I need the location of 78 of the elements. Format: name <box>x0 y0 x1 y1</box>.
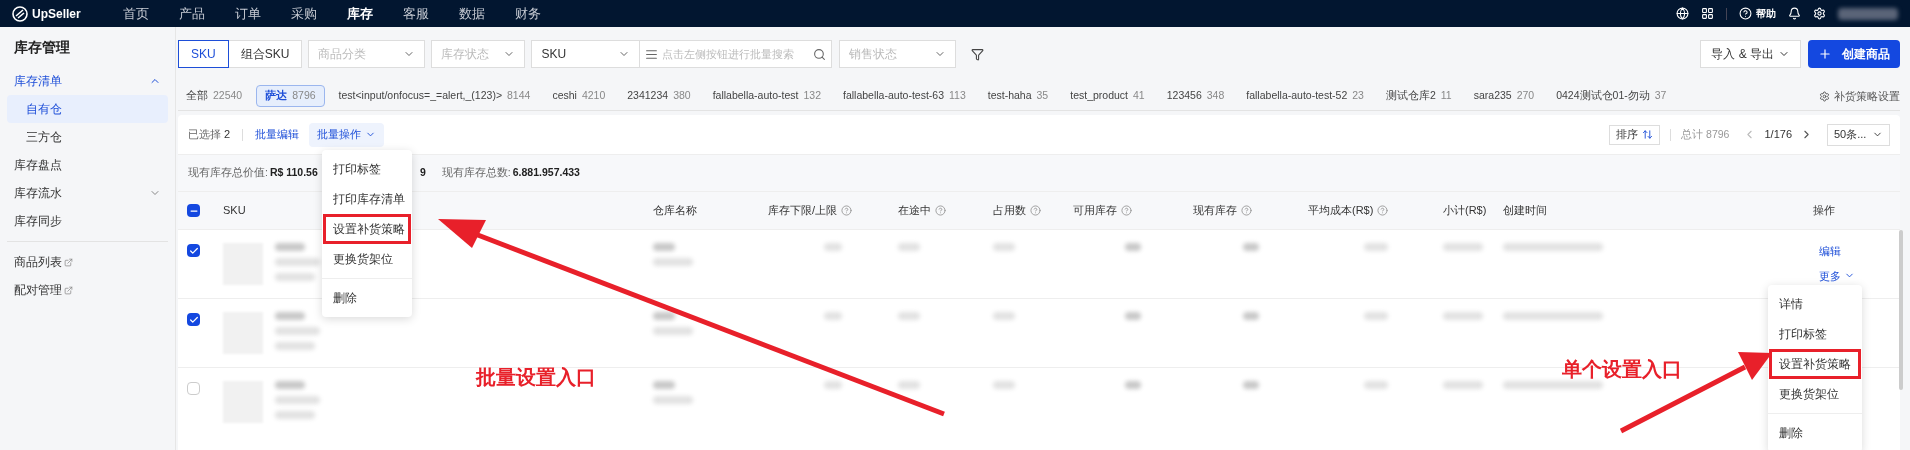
import-export-button[interactable]: 导入 & 导出 <box>1700 40 1801 68</box>
column-header: 在途中 <box>898 203 931 219</box>
column-header: 仓库名称 <box>653 203 697 219</box>
sidebar-subitem[interactable]: 自有仓 <box>7 95 168 123</box>
strategy-settings-link[interactable]: 补货策略设置 <box>1834 87 1900 105</box>
row-action-link[interactable]: 更多 <box>1819 267 1878 284</box>
stock-value-label: 现有库存总价值: <box>188 165 268 181</box>
annotation-label: 单个设置入口 <box>1562 357 1682 382</box>
help-link[interactable]: 帮助 <box>1756 6 1776 21</box>
menu-item[interactable]: 打印标签 <box>323 154 411 184</box>
warehouse-tab[interactable]: 测试仓库2 11 <box>1377 85 1460 107</box>
batch-actions-button[interactable]: 批量操作 <box>309 122 385 147</box>
menu-item[interactable]: 删除 <box>323 283 411 313</box>
sidebar-link[interactable]: 配对管理 <box>14 281 62 299</box>
stock-count-label: 现有库存总数: <box>441 165 511 181</box>
sidebar-subitem[interactable]: 三方仓 <box>7 123 168 151</box>
row-action-link[interactable]: 编辑 <box>1819 243 1878 260</box>
column-header: 操作 <box>1813 203 1835 219</box>
page-indicator: 1/176 <box>1764 127 1792 143</box>
warehouse-tab[interactable]: fallabella-auto-test 132 <box>704 85 829 107</box>
nav-item[interactable]: 产品 <box>164 3 220 24</box>
column-header: 可用库存 <box>1073 203 1117 219</box>
stock-count: 6.881.957.433 <box>512 165 580 181</box>
selected-count: 已选择 2 <box>188 127 231 143</box>
sidebar-item[interactable]: 库存清单 <box>7 67 168 95</box>
nav-item[interactable]: 库存 <box>332 3 388 24</box>
warehouse-tab[interactable]: test-haha 35 <box>979 85 1057 107</box>
page-size-select[interactable]: 50条... <box>1827 123 1890 146</box>
menu-item[interactable]: 设置补货策略 <box>323 214 411 244</box>
sidebar-item[interactable]: 库存盘点 <box>7 151 168 179</box>
menu-item[interactable]: 打印标签 <box>1769 319 1861 349</box>
column-header: 现有库存 <box>1193 203 1237 219</box>
nav-item[interactable]: 数据 <box>444 3 500 24</box>
sidebar-title: 库存管理 <box>13 38 71 57</box>
warehouse-tab[interactable]: sara235 270 <box>1465 85 1543 107</box>
sort-button[interactable]: 排序 <box>1609 124 1661 145</box>
column-header: 占用数 <box>993 203 1026 219</box>
nav-item[interactable]: 采购 <box>276 3 332 24</box>
menu-item[interactable]: 更换货架位 <box>323 244 411 274</box>
menu-item[interactable]: 更换货架位 <box>1769 379 1861 409</box>
menu-item[interactable]: 详情 <box>1769 289 1861 319</box>
logo-text: UpSeller <box>32 5 81 23</box>
toggle-button[interactable]: SKU <box>178 40 229 68</box>
warehouse-tab[interactable]: 123456 348 <box>1158 85 1233 107</box>
warehouse-tab[interactable]: 0424测试仓01-勿动 37 <box>1548 85 1675 107</box>
sidebar-item[interactable]: 库存同步 <box>7 207 168 235</box>
menu-item[interactable]: 设置补货策略 <box>1769 349 1861 379</box>
warehouse-tab[interactable]: ceshi 4210 <box>544 85 614 107</box>
nav-item[interactable]: 首页 <box>108 3 164 24</box>
warehouse-tab[interactable]: fallabella-auto-test-52 23 <box>1238 85 1372 107</box>
toggle-button[interactable]: 组合SKU <box>227 40 303 68</box>
menu-item[interactable]: 打印库存清单 <box>323 184 411 214</box>
warehouse-tab[interactable]: test_product 41 <box>1062 85 1153 107</box>
batch-edit-link[interactable]: 批量编辑 <box>255 126 300 143</box>
warehouse-tab[interactable]: test<input/onfocus=_=alert,_(123)> 8144 <box>330 85 539 107</box>
stock-value: R$ 110.56 <box>269 165 318 181</box>
column-header: SKU <box>223 203 246 219</box>
column-header: 平均成本(R$) <box>1308 203 1374 219</box>
warehouse-tab[interactable]: 全部 22540 <box>178 85 251 107</box>
nav-item[interactable]: 财务 <box>500 3 556 24</box>
create-button[interactable]: 创建商品 <box>1808 40 1900 68</box>
column-header: 库存下限/上限 <box>768 203 838 219</box>
stock-value-tail: 9 <box>420 165 426 181</box>
warehouse-tab[interactable]: 2341234 380 <box>619 85 699 107</box>
column-header: 创建时间 <box>1503 203 1547 219</box>
sidebar-item[interactable]: 库存流水 <box>7 179 168 207</box>
nav-item[interactable]: 订单 <box>220 3 276 24</box>
warehouse-tab[interactable]: 萨达 8796 <box>256 85 325 107</box>
annotation-label: 批量设置入口 <box>476 365 596 390</box>
column-header: 小计(R$) <box>1443 203 1487 219</box>
nav-item[interactable]: 客服 <box>388 3 444 24</box>
menu-item[interactable]: 删除 <box>1769 418 1861 448</box>
search-type-select[interactable]: SKU <box>531 40 641 68</box>
search-input[interactable]: 点击左侧按钮进行批量搜索 <box>662 45 810 63</box>
total-count: 总计 8796 <box>1681 126 1730 142</box>
sidebar-link[interactable]: 商品列表 <box>14 253 62 271</box>
search-field[interactable]: 点击左侧按钮进行批量搜索 <box>639 40 833 68</box>
warehouse-tab[interactable]: fallabella-auto-test-63 113 <box>835 85 974 107</box>
